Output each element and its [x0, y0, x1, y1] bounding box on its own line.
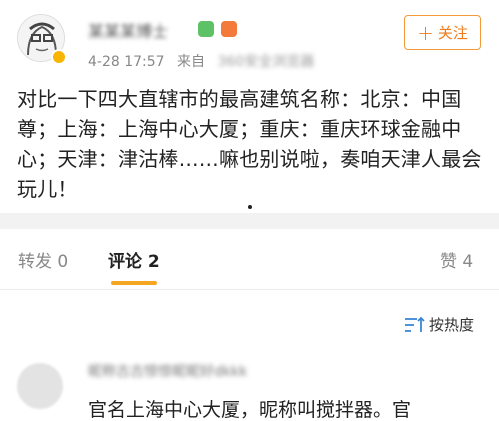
dot-marker: [248, 205, 252, 209]
sort-label: 按热度: [429, 316, 475, 334]
post-card: 某某某博士 4-28 17:57 来自 360安全浏览器 + 关注 对比一下四大…: [0, 0, 499, 213]
level-badge-icon: [221, 21, 237, 37]
post-time: 4-28 17:57: [88, 54, 165, 70]
sort-icon: [405, 316, 425, 332]
verified-badge-icon: [51, 49, 67, 65]
commenter-name[interactable]: 昵称古古惊惊昵昵好dkkk: [88, 361, 247, 381]
sort-row: 按热度: [0, 290, 499, 350]
tab-repost[interactable]: 转发 0: [18, 247, 68, 272]
follow-label: 关注: [437, 24, 468, 42]
plus-icon: +: [417, 20, 434, 45]
tab-like[interactable]: 赞 4: [440, 247, 473, 272]
comment-text: 官名上海中心大厦，昵称叫搅拌器。官: [88, 399, 412, 421]
post-meta: 4-28 17:57 来自 360安全浏览器: [88, 51, 314, 71]
follow-button[interactable]: + 关注: [404, 15, 481, 50]
interaction-tabs: 转发 0 评论 2 赞 4: [0, 229, 499, 289]
comment-item: 昵称古古惊惊昵昵好dkkk 官名上海中心大厦，昵称叫搅拌器。官: [0, 350, 499, 421]
active-tab-indicator: [111, 281, 157, 285]
post-content: 对比一下四大直辖市的最高建筑名称：北京：中国尊；上海：上海中心大厦；重庆：重庆环…: [17, 87, 482, 201]
tab-comment[interactable]: 评论 2: [108, 247, 160, 272]
section-divider: [0, 213, 499, 229]
author-name[interactable]: 某某某博士: [88, 18, 168, 41]
commenter-avatar[interactable]: [17, 363, 63, 409]
post-source: 360安全浏览器: [217, 54, 315, 70]
post-from-label: 来自: [177, 54, 206, 70]
member-badge-icon: [198, 21, 214, 37]
sort-by-heat-button[interactable]: 按热度: [403, 314, 474, 335]
